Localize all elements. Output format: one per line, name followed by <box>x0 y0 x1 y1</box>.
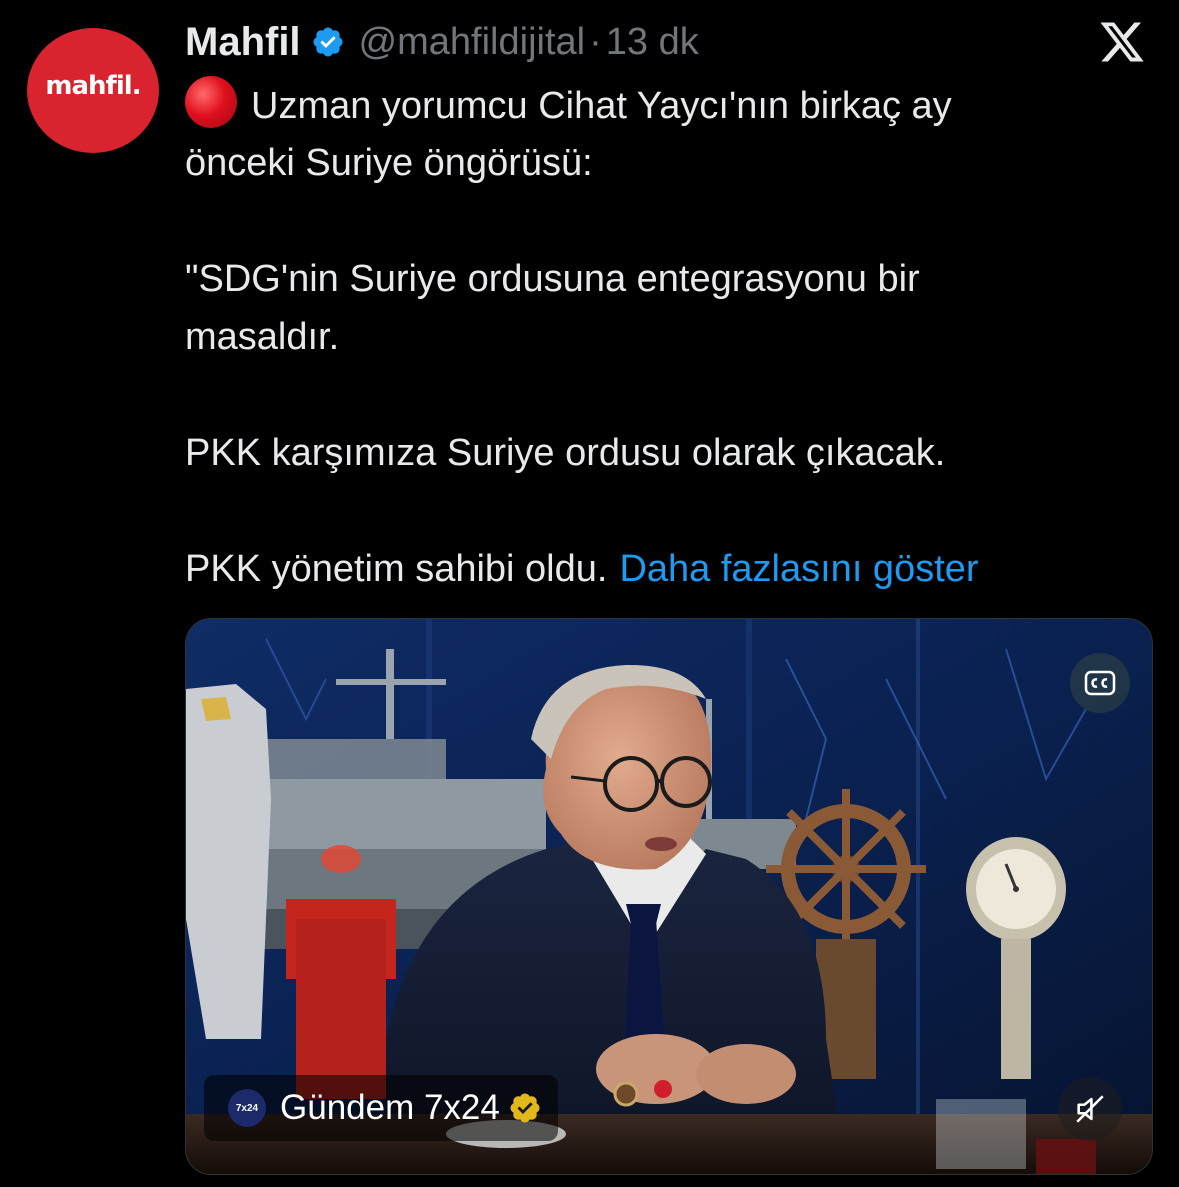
timestamp[interactable]: 13 dk <box>606 21 699 64</box>
tweet-line: PKK karşımıza Suriye ordusu olarak çıkac… <box>185 424 1165 482</box>
verified-badge-icon[interactable] <box>311 25 345 59</box>
channel-badge[interactable]: 7x24 Gündem 7x24 <box>204 1075 558 1141</box>
avatar[interactable]: mahfil. <box>27 28 159 153</box>
tweet-text-line-1: Uzman yorumcu Cihat Yaycı'nın birkaç ay <box>251 85 952 127</box>
tweet-text-line-4: masaldır. <box>185 316 340 358</box>
tweet-line: "SDG'nin Suriye ordusuna entegrasyonu bi… <box>185 250 1165 308</box>
red-circle-icon <box>185 76 237 128</box>
channel-name: Gündem 7x24 <box>280 1088 500 1127</box>
tweet-text-line-5: PKK karşımıza Suriye ordusu olarak çıkac… <box>185 432 946 474</box>
tweet-text: Uzman yorumcu Cihat Yaycı'nın birkaç ay … <box>185 76 1165 598</box>
cc-glyph <box>1084 670 1116 696</box>
separator-dot: · <box>589 20 602 63</box>
tweet-line: masaldır. <box>185 308 1165 366</box>
channel-logo-text: 7x24 <box>235 1102 259 1114</box>
show-more-link[interactable]: Daha fazlasını göster <box>619 548 978 590</box>
avatar-logo-text: mahfil. <box>45 70 141 101</box>
tweet-text-line-3: "SDG'nin Suriye ordusuna entegrasyonu bi… <box>185 258 920 300</box>
muted-speaker-icon[interactable] <box>1058 1077 1122 1141</box>
handle[interactable]: @mahfildijital <box>359 21 586 64</box>
tweet-header: Mahfil @mahfildijital · 13 dk <box>185 16 699 68</box>
tweet-line: Uzman yorumcu Cihat Yaycı'nın birkaç ay <box>185 76 1165 134</box>
tweet-text-line-6: PKK yönetim sahibi oldu. <box>185 548 608 590</box>
gold-verified-badge-icon <box>510 1093 540 1123</box>
tweet-line: önceki Suriye öngörüsü: <box>185 134 1165 192</box>
tweet-text-line-2: önceki Suriye öngörüsü: <box>185 142 593 184</box>
display-name[interactable]: Mahfil <box>185 20 301 65</box>
closed-captions-icon[interactable] <box>1070 653 1130 713</box>
channel-logo: 7x24 <box>228 1089 266 1127</box>
tweet-line: PKK yönetim sahibi oldu. Daha fazlasını g… <box>185 540 1165 598</box>
video-player[interactable]: 7x24 Gündem 7x24 <box>185 618 1153 1175</box>
mute-glyph <box>1076 1095 1104 1123</box>
x-logo-icon[interactable] <box>1098 18 1146 66</box>
